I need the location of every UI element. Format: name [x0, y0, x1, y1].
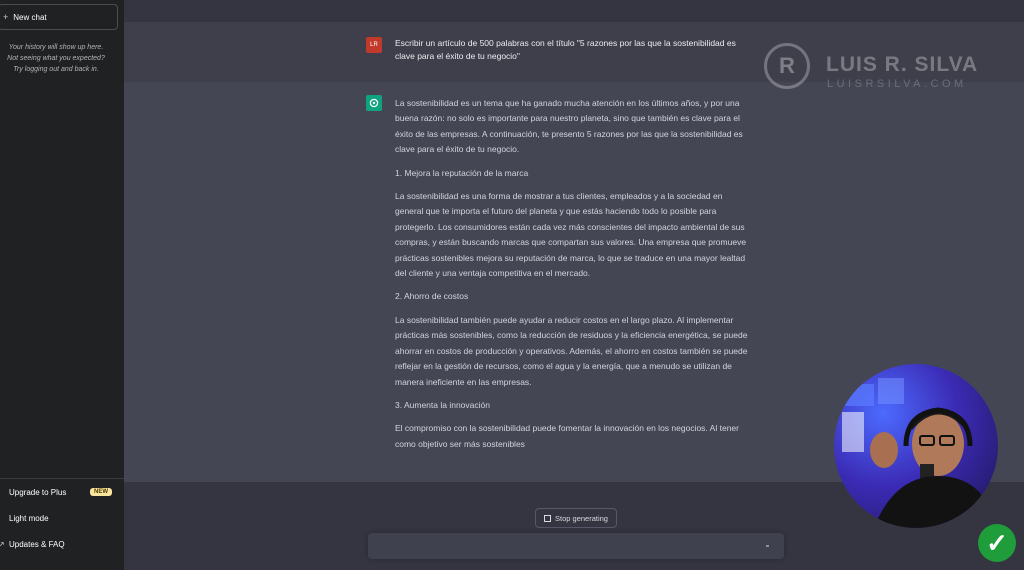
- answer-heading-3: 3. Aumenta la innovación: [395, 399, 490, 410]
- send-icon[interactable]: [766, 545, 769, 547]
- answer-heading-1: 1. Mejora la reputación de la marca: [395, 167, 529, 178]
- message-input[interactable]: [368, 533, 784, 559]
- webcam-overlay: [834, 364, 998, 528]
- watermark-site: LUISRSILVA.COM: [827, 78, 967, 90]
- upgrade-label: Upgrade to Plus: [9, 488, 67, 497]
- assistant-answer: La sostenibilidad es un tema que ha gana…: [395, 96, 753, 460]
- new-badge: NEW: [90, 488, 112, 496]
- stop-generating-button[interactable]: Stop generating: [535, 508, 617, 528]
- new-chat-button[interactable]: + New chat: [0, 4, 118, 30]
- openai-logo-icon: [369, 98, 379, 108]
- answer-heading-2: 2. Ahorro de costos: [395, 291, 469, 302]
- updates-label: Updates & FAQ: [9, 540, 65, 549]
- light-mode-button[interactable]: · Light mode: [0, 514, 49, 523]
- history-note: Your history will show up here. Not seei…: [0, 42, 116, 75]
- watermark-logo-letter: R: [779, 53, 795, 78]
- user-prompt: Escribir un artículo de 500 palabras con…: [395, 38, 736, 61]
- answer-intro: La sostenibilidad es un tema que ha gana…: [395, 98, 743, 155]
- light-mode-label: Light mode: [9, 514, 49, 523]
- sun-icon: ·: [0, 514, 4, 523]
- watermark-logo: R: [764, 43, 810, 89]
- top-strip: [124, 0, 1024, 22]
- history-note-line: Your history will show up here.: [8, 44, 104, 51]
- upgrade-to-plus-button[interactable]: · Upgrade to Plus: [0, 488, 66, 497]
- sidebar: + New chat Your history will show up her…: [0, 0, 124, 570]
- user-icon: ·: [0, 488, 4, 497]
- answer-paragraph-3: El compromiso con la sostenibilidad pued…: [395, 423, 739, 449]
- new-chat-label: New chat: [13, 12, 47, 22]
- history-note-line: Try logging out and back in.: [13, 66, 99, 73]
- presenter-image: [842, 378, 998, 528]
- chatgpt-avatar: [366, 95, 382, 111]
- sidebar-divider: [0, 478, 124, 479]
- history-note-line: Not seeing what you expected?: [7, 55, 105, 62]
- checkmark-icon: ✓: [978, 524, 1016, 562]
- external-link-icon: ↗: [0, 540, 5, 549]
- plus-icon: +: [3, 12, 9, 22]
- stop-icon: [544, 514, 552, 522]
- stop-label: Stop generating: [555, 513, 608, 523]
- answer-paragraph-2: La sostenibilidad también puede ayudar a…: [395, 314, 748, 387]
- answer-paragraph-1: La sostenibilidad es una forma de mostra…: [395, 191, 747, 279]
- user-avatar: LR: [366, 37, 382, 53]
- updates-faq-link[interactable]: ↗ Updates & FAQ: [0, 540, 65, 549]
- watermark-name: LUIS R. SILVA: [826, 53, 979, 76]
